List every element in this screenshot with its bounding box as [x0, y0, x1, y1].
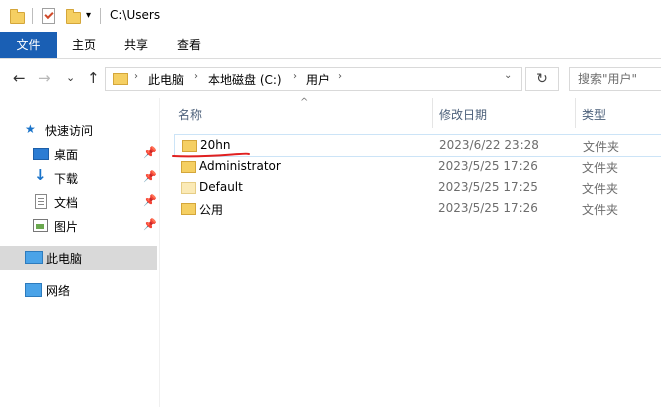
sidebar-item-this-pc[interactable]: 此电脑 [0, 246, 157, 270]
network-icon [25, 283, 42, 297]
sidebar-item-label: 快速访问 [45, 124, 94, 138]
star-icon: ★ [25, 122, 36, 136]
tab-view[interactable]: 查看 [167, 32, 211, 58]
recent-locations-button[interactable]: ⌄ [66, 70, 75, 85]
table-row[interactable]: Default 2023/5/25 17:25 文件夹 [174, 177, 661, 198]
address-row: ← → ⌄ ↑ › 此电脑 › 本地磁盘 (C:) › 用户 › ⌄ ↻ 搜索"… [0, 59, 661, 98]
red-underline-annotation [172, 152, 250, 158]
sidebar-item-desktop[interactable]: 桌面 📌 [0, 142, 157, 166]
column-header-type[interactable]: 类型 [582, 106, 606, 123]
chevron-right-icon[interactable]: › [338, 71, 342, 82]
file-type: 文件夹 [582, 161, 619, 175]
file-name: Administrator [199, 159, 281, 173]
pictures-icon [33, 219, 48, 232]
sidebar-item-label: 下载 [54, 172, 79, 186]
new-folder-icon[interactable] [66, 9, 81, 24]
breadcrumb-this-pc[interactable]: 此电脑 [148, 71, 184, 88]
address-bar[interactable]: › 此电脑 › 本地磁盘 (C:) › 用户 › ⌄ [105, 67, 522, 91]
sidebar-item-downloads[interactable]: ↓ 下载 📌 [0, 166, 157, 190]
back-button[interactable]: ← [13, 71, 26, 86]
column-header-name[interactable]: 名称 [178, 106, 202, 123]
folder-icon [113, 73, 128, 85]
file-list: ^ 名称 修改日期 类型 20hn 2023/6/22 23:28 文件夹 Ad… [160, 97, 661, 407]
file-modified: 2023/6/22 23:28 [439, 138, 539, 152]
file-modified: 2023/5/25 17:25 [438, 180, 538, 194]
forward-button[interactable]: → [38, 71, 51, 86]
column-header-modified[interactable]: 修改日期 [439, 106, 487, 123]
folder-icon [181, 182, 196, 194]
file-name: 公用 [199, 203, 224, 217]
folder-icon [181, 203, 196, 215]
tab-file[interactable]: 文件 [0, 32, 57, 58]
chevron-right-icon[interactable]: › [194, 71, 198, 82]
breadcrumb-users[interactable]: 用户 [306, 71, 330, 88]
refresh-button[interactable]: ↻ [525, 67, 559, 91]
window-title: C:\Users [110, 8, 161, 22]
search-input[interactable]: 搜索"用户" [569, 67, 661, 91]
file-type: 文件夹 [582, 203, 619, 217]
sidebar-item-pictures[interactable]: 图片 📌 [0, 214, 157, 238]
column-divider[interactable] [575, 98, 576, 128]
quick-access-dropdown-icon[interactable]: ▾ [86, 10, 91, 21]
pin-icon: 📌 [143, 146, 157, 159]
file-name: 20hn [200, 138, 231, 152]
sidebar-item-label: 桌面 [54, 148, 79, 162]
tab-home[interactable]: 主页 [62, 32, 106, 58]
desktop-icon [33, 148, 49, 160]
file-modified: 2023/5/25 17:26 [438, 159, 538, 173]
separator [32, 8, 33, 24]
sidebar-item-label: 文档 [54, 196, 79, 210]
navigation-pane: ★ 快速访问 桌面 📌 ↓ 下载 📌 文档 📌 图片 📌 此电脑 网络 [0, 98, 159, 407]
folder-icon [10, 9, 25, 24]
table-row[interactable]: 公用 2023/5/25 17:26 文件夹 [174, 198, 661, 219]
sidebar-item-label: 此电脑 [46, 252, 83, 266]
properties-icon[interactable] [42, 8, 55, 24]
file-name: Default [199, 180, 243, 194]
chevron-right-icon[interactable]: › [134, 71, 138, 82]
tab-share[interactable]: 共享 [114, 32, 158, 58]
sort-ascending-icon: ^ [300, 97, 309, 108]
sidebar-item-quick-access[interactable]: ★ 快速访问 [0, 118, 157, 142]
address-dropdown-icon[interactable]: ⌄ [504, 70, 512, 81]
sidebar-item-label: 网络 [46, 284, 71, 298]
sidebar-item-network[interactable]: 网络 [0, 278, 157, 302]
sidebar-item-label: 图片 [54, 220, 79, 234]
pin-icon: 📌 [143, 218, 157, 231]
ribbon-tabs: 文件 主页 共享 查看 [0, 32, 661, 59]
title-bar: ▾ C:\Users [0, 0, 661, 32]
pin-icon: 📌 [143, 194, 157, 207]
folder-icon [182, 140, 197, 152]
file-type: 文件夹 [582, 182, 619, 196]
file-type: 文件夹 [583, 140, 620, 154]
folder-icon [181, 161, 196, 173]
breadcrumb-local-disk[interactable]: 本地磁盘 (C:) [208, 71, 282, 88]
separator [100, 8, 101, 24]
up-button[interactable]: ↑ [87, 71, 100, 86]
file-modified: 2023/5/25 17:26 [438, 201, 538, 215]
chevron-right-icon[interactable]: › [293, 71, 297, 82]
pin-icon: 📌 [143, 170, 157, 183]
table-row[interactable]: Administrator 2023/5/25 17:26 文件夹 [174, 156, 661, 177]
column-divider[interactable] [432, 98, 433, 128]
computer-icon [25, 251, 43, 264]
download-icon: ↓ [34, 166, 47, 184]
sidebar-item-documents[interactable]: 文档 📌 [0, 190, 157, 214]
document-icon [35, 194, 47, 209]
